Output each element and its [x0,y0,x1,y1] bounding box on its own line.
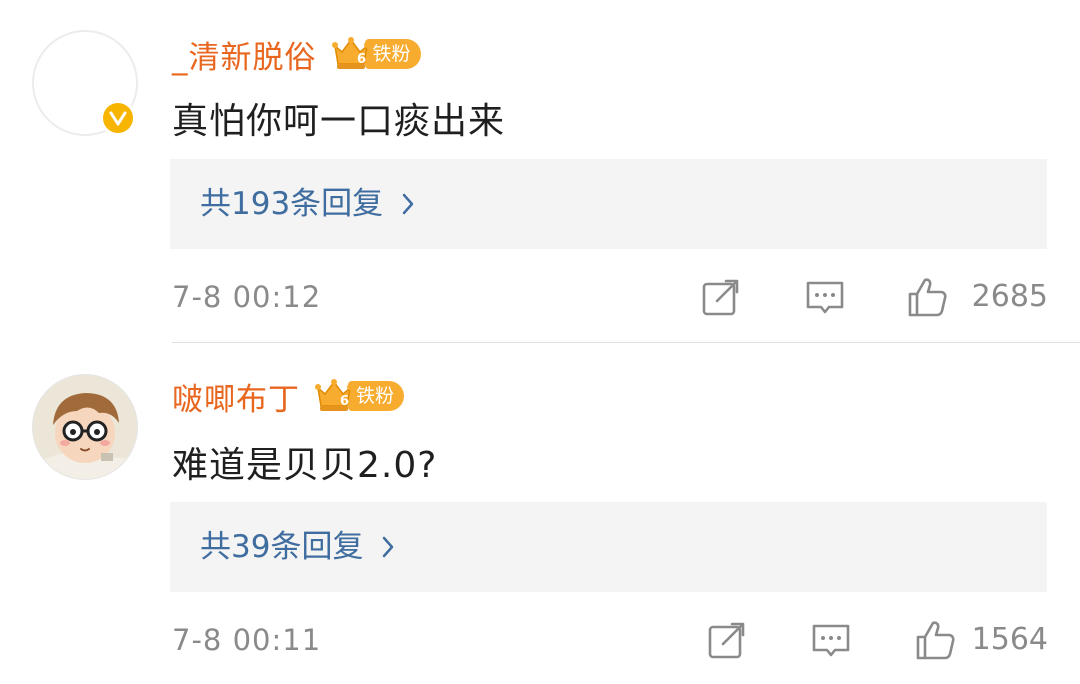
comment-icon[interactable] [810,619,852,661]
verified-v-icon [100,100,136,136]
comment-item: 啵唧布丁 6 铁粉 难道是贝贝2.0? 共39条回复 7-8 00:11 156… [0,344,1080,684]
username[interactable]: _清新脱俗 [172,32,317,77]
chevron-right-icon [383,536,394,558]
comment-text: 难道是贝贝2.0? [172,445,438,486]
replies-label: 共193条回复 [200,186,384,222]
fan-badge-label: 铁粉 [348,381,405,411]
comment-item: _清新脱俗 6 铁粉 真怕你呵一口痰出来 共193条回复 7-8 00:12 2… [0,0,1080,330]
timestamp: 7-8 00:12 [172,280,322,314]
view-replies-link[interactable]: 共39条回复 [200,502,395,592]
name-row: 啵唧布丁 6 铁粉 [172,374,405,419]
avatar[interactable] [32,374,138,480]
like-thumb-icon[interactable] [914,619,956,661]
share-icon[interactable] [700,276,742,318]
cartoon-avatar-image [33,375,137,479]
replies-box[interactable]: 共39条回复 [170,502,1047,592]
fan-badge[interactable]: 6 铁粉 [331,34,421,74]
like-count: 1564 [971,622,1048,657]
fan-level: 6 [357,52,366,67]
comment-icon[interactable] [804,276,846,318]
fan-badge[interactable]: 6 铁粉 [314,376,405,416]
view-replies-link[interactable]: 共193条回复 [200,159,415,249]
timestamp: 7-8 00:11 [172,623,322,657]
like-count: 2685 [971,279,1048,314]
fan-badge-label: 铁粉 [364,39,421,69]
fan-level: 6 [340,394,349,409]
name-row: _清新脱俗 6 铁粉 [172,32,421,76]
replies-box[interactable]: 共193条回复 [170,159,1047,249]
like-thumb-icon[interactable] [906,276,948,318]
comment-footer: 7-8 00:11 1564 [172,617,1048,663]
crown-icon: 6 [314,376,354,416]
chevron-right-icon [402,193,414,215]
crown-icon: 6 [331,34,371,74]
comment-footer: 7-8 00:12 2685 [172,274,1048,320]
share-icon[interactable] [706,619,748,661]
comment-text: 真怕你呵一口痰出来 [172,101,506,142]
comment-divider [172,342,1080,343]
replies-label: 共39条回复 [200,529,364,565]
username[interactable]: 啵唧布丁 [172,374,300,419]
